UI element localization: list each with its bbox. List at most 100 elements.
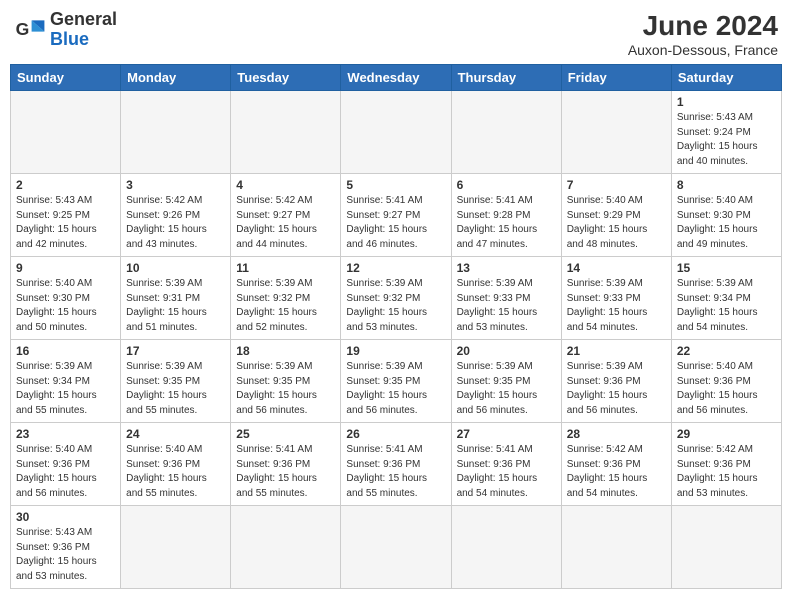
day-info: Sunrise: 5:39 AMSunset: 9:32 PMDaylight:…: [346, 277, 445, 335]
day-number: 12: [346, 261, 445, 275]
day-number: 13: [457, 261, 556, 275]
calendar-day-cell: 16Sunrise: 5:39 AMSunset: 9:34 PMDayligh…: [11, 340, 121, 423]
calendar-day-cell: 28Sunrise: 5:42 AMSunset: 9:36 PMDayligh…: [561, 423, 671, 506]
day-number: 10: [126, 261, 225, 275]
day-number: 2: [16, 178, 115, 192]
month-title: June 2024: [628, 10, 778, 42]
day-info: Sunrise: 5:40 AMSunset: 9:30 PMDaylight:…: [16, 277, 115, 335]
calendar-week-row: 9 Sunrise: 5:40 AMSunset: 9:30 PMDaylight…: [11, 257, 782, 340]
day-number: 17: [126, 344, 225, 358]
calendar-day-cell: 19 Sunrise: 5:39 AMSunset: 9:35 PMDayligh…: [341, 340, 451, 423]
calendar-day-cell: 4 Sunrise: 5:42 AMSunset: 9:27 PMDaylight…: [231, 174, 341, 257]
logo-text: GeneralBlue: [50, 10, 117, 50]
day-number: 6: [457, 178, 556, 192]
calendar-day-cell: 11 Sunrise: 5:39 AMSunset: 9:32 PMDayligh…: [231, 257, 341, 340]
weekday-header-wednesday: Wednesday: [341, 65, 451, 91]
calendar-week-row: 30 Sunrise: 5:43 AMSunset: 9:36 PMDayligh…: [11, 506, 782, 589]
calendar-day-cell: [121, 506, 231, 589]
day-info: Sunrise: 5:43 AMSunset: 9:24 PMDaylight:…: [677, 111, 776, 169]
calendar-day-cell: [231, 91, 341, 174]
calendar-day-cell: 5 Sunrise: 5:41 AMSunset: 9:27 PMDaylight…: [341, 174, 451, 257]
weekday-header-row: SundayMondayTuesdayWednesdayThursdayFrid…: [11, 65, 782, 91]
weekday-header-thursday: Thursday: [451, 65, 561, 91]
day-info: Sunrise: 5:39 AMSunset: 9:33 PMDaylight:…: [567, 277, 666, 335]
day-info: Sunrise: 5:41 AMSunset: 9:36 PMDaylight:…: [346, 443, 445, 501]
day-info: Sunrise: 5:39 AMSunset: 9:31 PMDaylight:…: [126, 277, 225, 335]
calendar-day-cell: 20Sunrise: 5:39 AMSunset: 9:35 PMDayligh…: [451, 340, 561, 423]
calendar-day-cell: 8 Sunrise: 5:40 AMSunset: 9:30 PMDaylight…: [671, 174, 781, 257]
calendar-day-cell: [561, 91, 671, 174]
day-info: Sunrise: 5:40 AMSunset: 9:36 PMDaylight:…: [677, 360, 776, 418]
day-number: 1: [677, 95, 776, 109]
calendar-day-cell: 9 Sunrise: 5:40 AMSunset: 9:30 PMDaylight…: [11, 257, 121, 340]
logo-blue-text: Blue: [50, 29, 89, 49]
logo-icon: G: [14, 14, 46, 46]
day-info: Sunrise: 5:43 AMSunset: 9:25 PMDaylight:…: [16, 194, 115, 252]
logo: G GeneralBlue: [14, 10, 117, 50]
day-number: 15: [677, 261, 776, 275]
calendar-day-cell: 26 Sunrise: 5:41 AMSunset: 9:36 PMDayligh…: [341, 423, 451, 506]
calendar-day-cell: 10 Sunrise: 5:39 AMSunset: 9:31 PMDayligh…: [121, 257, 231, 340]
day-info: Sunrise: 5:40 AMSunset: 9:36 PMDaylight:…: [16, 443, 115, 501]
calendar-week-row: 1 Sunrise: 5:43 AMSunset: 9:24 PMDaylight…: [11, 91, 782, 174]
day-info: Sunrise: 5:41 AMSunset: 9:27 PMDaylight:…: [346, 194, 445, 252]
day-number: 5: [346, 178, 445, 192]
calendar-day-cell: [341, 506, 451, 589]
calendar-day-cell: 15Sunrise: 5:39 AMSunset: 9:34 PMDayligh…: [671, 257, 781, 340]
calendar-week-row: 23 Sunrise: 5:40 AMSunset: 9:36 PMDayligh…: [11, 423, 782, 506]
day-info: Sunrise: 5:39 AMSunset: 9:36 PMDaylight:…: [567, 360, 666, 418]
day-number: 30: [16, 510, 115, 524]
calendar-day-cell: 25Sunrise: 5:41 AMSunset: 9:36 PMDayligh…: [231, 423, 341, 506]
calendar-day-cell: 27 Sunrise: 5:41 AMSunset: 9:36 PMDayligh…: [451, 423, 561, 506]
calendar-table: SundayMondayTuesdayWednesdayThursdayFrid…: [10, 64, 782, 589]
page-header: G GeneralBlue June 2024 Auxon-Dessous, F…: [10, 10, 782, 58]
location-subtitle: Auxon-Dessous, France: [628, 42, 778, 58]
calendar-day-cell: 3Sunrise: 5:42 AMSunset: 9:26 PMDaylight…: [121, 174, 231, 257]
calendar-week-row: 16Sunrise: 5:39 AMSunset: 9:34 PMDayligh…: [11, 340, 782, 423]
day-info: Sunrise: 5:40 AMSunset: 9:29 PMDaylight:…: [567, 194, 666, 252]
calendar-day-cell: 22 Sunrise: 5:40 AMSunset: 9:36 PMDayligh…: [671, 340, 781, 423]
day-number: 23: [16, 427, 115, 441]
calendar-day-cell: 1 Sunrise: 5:43 AMSunset: 9:24 PMDaylight…: [671, 91, 781, 174]
weekday-header-monday: Monday: [121, 65, 231, 91]
day-info: Sunrise: 5:39 AMSunset: 9:35 PMDaylight:…: [236, 360, 335, 418]
day-info: Sunrise: 5:42 AMSunset: 9:36 PMDaylight:…: [677, 443, 776, 501]
day-number: 8: [677, 178, 776, 192]
svg-text:G: G: [16, 19, 30, 39]
day-number: 26: [346, 427, 445, 441]
day-number: 19: [346, 344, 445, 358]
day-info: Sunrise: 5:42 AMSunset: 9:36 PMDaylight:…: [567, 443, 666, 501]
day-info: Sunrise: 5:39 AMSunset: 9:33 PMDaylight:…: [457, 277, 556, 335]
day-number: 4: [236, 178, 335, 192]
day-info: Sunrise: 5:43 AMSunset: 9:36 PMDaylight:…: [16, 526, 115, 584]
day-number: 29: [677, 427, 776, 441]
day-info: Sunrise: 5:39 AMSunset: 9:32 PMDaylight:…: [236, 277, 335, 335]
calendar-day-cell: 2 Sunrise: 5:43 AMSunset: 9:25 PMDaylight…: [11, 174, 121, 257]
day-number: 9: [16, 261, 115, 275]
day-info: Sunrise: 5:42 AMSunset: 9:27 PMDaylight:…: [236, 194, 335, 252]
calendar-day-cell: 23 Sunrise: 5:40 AMSunset: 9:36 PMDayligh…: [11, 423, 121, 506]
day-number: 20: [457, 344, 556, 358]
day-number: 22: [677, 344, 776, 358]
calendar-day-cell: [451, 91, 561, 174]
day-number: 25: [236, 427, 335, 441]
day-info: Sunrise: 5:39 AMSunset: 9:35 PMDaylight:…: [346, 360, 445, 418]
calendar-day-cell: 6Sunrise: 5:41 AMSunset: 9:28 PMDaylight…: [451, 174, 561, 257]
day-info: Sunrise: 5:41 AMSunset: 9:36 PMDaylight:…: [457, 443, 556, 501]
title-block: June 2024 Auxon-Dessous, France: [628, 10, 778, 58]
calendar-day-cell: 29 Sunrise: 5:42 AMSunset: 9:36 PMDayligh…: [671, 423, 781, 506]
day-info: Sunrise: 5:39 AMSunset: 9:35 PMDaylight:…: [126, 360, 225, 418]
day-info: Sunrise: 5:40 AMSunset: 9:36 PMDaylight:…: [126, 443, 225, 501]
calendar-day-cell: 13 Sunrise: 5:39 AMSunset: 9:33 PMDayligh…: [451, 257, 561, 340]
day-number: 27: [457, 427, 556, 441]
day-number: 21: [567, 344, 666, 358]
calendar-day-cell: 7Sunrise: 5:40 AMSunset: 9:29 PMDaylight…: [561, 174, 671, 257]
day-number: 11: [236, 261, 335, 275]
weekday-header-friday: Friday: [561, 65, 671, 91]
day-info: Sunrise: 5:40 AMSunset: 9:30 PMDaylight:…: [677, 194, 776, 252]
day-number: 3: [126, 178, 225, 192]
calendar-day-cell: 24Sunrise: 5:40 AMSunset: 9:36 PMDayligh…: [121, 423, 231, 506]
calendar-day-cell: [11, 91, 121, 174]
weekday-header-saturday: Saturday: [671, 65, 781, 91]
calendar-day-cell: [231, 506, 341, 589]
